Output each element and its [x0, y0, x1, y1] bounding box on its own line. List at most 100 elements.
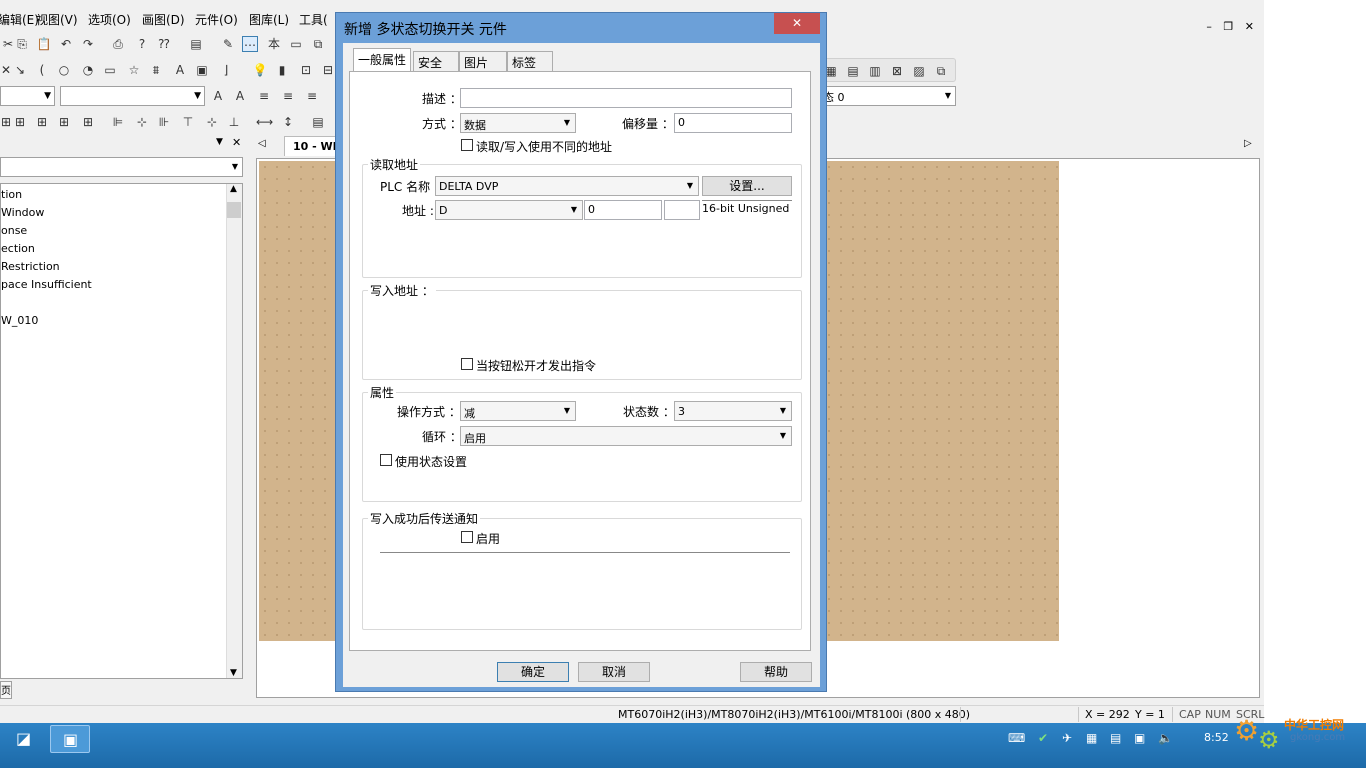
bulb-icon[interactable]: 💡 — [252, 62, 268, 78]
polygon-icon[interactable]: ☆ — [126, 62, 142, 78]
align-objects-right-icon[interactable]: ⊪ — [156, 114, 172, 130]
device-icon[interactable]: ▤ — [1110, 731, 1121, 745]
help-icon[interactable]: ? — [134, 36, 150, 52]
cancel-button[interactable]: 取消 — [578, 662, 650, 682]
font-shrink-icon[interactable]: A — [232, 88, 248, 104]
mdi-restore-button[interactable]: ❐ — [1223, 20, 1233, 33]
help-button[interactable]: 帮助 — [740, 662, 812, 682]
font-size-combo[interactable]: ▼ — [60, 86, 205, 106]
scroll-up-icon[interactable]: ▲ — [230, 184, 237, 194]
ungroup-icon[interactable]: ⊞ — [12, 114, 28, 130]
recipe-icon[interactable]: ⊠ — [889, 63, 905, 79]
picture-icon[interactable]: ▣ — [194, 62, 210, 78]
list-item[interactable]: tion — [1, 188, 22, 201]
macro-icon[interactable]: ⧉ — [933, 63, 949, 79]
system-clock[interactable]: 8:52 — [1204, 731, 1229, 744]
pie-icon[interactable]: ◔ — [80, 62, 96, 78]
list-item[interactable]: W_010 — [1, 314, 38, 327]
list-item[interactable]: Restriction — [1, 260, 60, 273]
align-objects-center-icon[interactable]: ⊹ — [134, 114, 150, 130]
state-count-select[interactable]: 3 ▼ — [674, 401, 792, 421]
rw-different-address-checkbox[interactable] — [461, 139, 473, 151]
menu-edit[interactable]: 编辑(E) — [0, 11, 39, 28]
panel-bottom-tab[interactable]: 页 — [0, 681, 12, 699]
align-bottom-icon[interactable]: ⊥ — [226, 114, 242, 130]
send-back-icon[interactable]: ⊞ — [56, 114, 72, 130]
send-on-release-checkbox[interactable] — [461, 358, 473, 370]
network-icon[interactable]: ▣ — [1134, 731, 1145, 745]
list-item[interactable]: Window — [1, 206, 44, 219]
use-state-settings-checkbox[interactable] — [380, 454, 392, 466]
mdi-close-button[interactable]: ✕ — [1245, 20, 1254, 33]
tray-app-icon[interactable]: ▦ — [1086, 731, 1097, 745]
tab-label[interactable]: 标签 — [507, 51, 553, 71]
tab-security[interactable]: 安全 — [413, 51, 459, 71]
backup-icon[interactable]: ▨ — [911, 63, 927, 79]
panel-filter-combo[interactable]: ▼ — [0, 157, 243, 177]
mode-select[interactable]: 数据 ▼ — [460, 113, 576, 133]
menu-objects[interactable]: 元件(O) — [195, 11, 238, 28]
multi-switch-icon[interactable]: ⊟ — [320, 62, 336, 78]
windows-icon[interactable]: ⧉ — [310, 36, 326, 52]
update-icon[interactable]: ✔ — [1038, 731, 1048, 745]
plc-name-select[interactable]: DELTA DVP ▼ — [435, 176, 699, 196]
align-middle-icon[interactable]: ⊹ — [204, 114, 220, 130]
scale-icon[interactable]: ⩩ — [148, 62, 164, 78]
address-device-select[interactable]: D ▼ — [435, 200, 583, 220]
line-icon[interactable]: ↘ — [12, 62, 28, 78]
context-help-icon[interactable]: ⁇ — [156, 36, 172, 52]
cycle-select[interactable]: 启用 ▼ — [460, 426, 792, 446]
panel-menu-icon[interactable]: ▼ — [216, 137, 223, 147]
panel-close-button[interactable]: ✕ — [232, 136, 241, 149]
same-width-icon[interactable]: ⟷ — [256, 114, 273, 130]
state-combo[interactable]: 态 0 ▼ — [818, 86, 956, 106]
menu-draw[interactable]: 画图(D) — [142, 11, 185, 28]
copy-icon[interactable]: ⎘ — [14, 36, 30, 52]
menu-library[interactable]: 图库(L) — [249, 11, 289, 28]
ok-button[interactable]: 确定 — [497, 662, 569, 682]
rectangle-icon[interactable]: ▭ — [102, 62, 118, 78]
mdi-minimize-button[interactable]: – — [1206, 20, 1212, 33]
notify-enable-checkbox[interactable] — [461, 531, 473, 543]
toggle-icon[interactable]: ⊡ — [298, 62, 314, 78]
circle-icon[interactable]: ○ — [56, 62, 72, 78]
paste-icon[interactable]: 📋 — [36, 36, 52, 52]
menu-tools[interactable]: 工具( — [299, 11, 328, 28]
indicator-icon[interactable]: ▮ — [274, 62, 290, 78]
print-icon[interactable]: ⎙ — [110, 36, 126, 52]
properties-icon[interactable]: ▤ — [310, 114, 326, 130]
scroll-down-icon[interactable]: ▼ — [230, 668, 237, 678]
align-top-icon[interactable]: ⊤ — [180, 114, 196, 130]
list-item[interactable]: pace Insufficient — [1, 278, 92, 291]
offset-input[interactable]: 0 — [674, 113, 792, 133]
compile-icon[interactable]: ▤ — [188, 36, 204, 52]
volume-icon[interactable]: 🔈 — [1158, 731, 1173, 745]
operation-mode-select[interactable]: 减 ▼ — [460, 401, 576, 421]
menu-view[interactable]: 视图(V) — [36, 11, 78, 28]
window-icon[interactable]: ▭ — [288, 36, 304, 52]
list-scrollbar[interactable]: ▲ ▼ — [226, 184, 242, 678]
grid-icon[interactable]: ⋯ — [242, 36, 258, 52]
taskbar-active-app-button[interactable]: ▣ — [50, 725, 90, 753]
font-combo[interactable]: ▼ — [0, 86, 55, 106]
scroll-thumb[interactable] — [227, 202, 241, 218]
menu-options[interactable]: 选项(O) — [88, 11, 131, 28]
font-grow-icon[interactable]: A — [210, 88, 226, 104]
taskbar-app-button[interactable]: ◪ — [4, 725, 44, 753]
arc-icon[interactable]: ( — [34, 62, 50, 78]
keyboard-icon[interactable]: ⌨ — [1008, 731, 1025, 745]
plc-settings-button[interactable]: 设置... — [702, 176, 792, 196]
tab-scroll-left-icon[interactable]: ◁ — [258, 138, 266, 149]
same-height-icon[interactable]: ↕ — [280, 114, 296, 130]
list-item[interactable]: ection — [1, 242, 35, 255]
align-right-icon[interactable]: ≡ — [304, 88, 320, 104]
align-center-icon[interactable]: ≡ — [280, 88, 296, 104]
tab-picture[interactable]: 图片 — [459, 51, 507, 71]
bring-front-icon[interactable]: ⊞ — [34, 114, 50, 130]
address-extra-input[interactable] — [664, 200, 700, 220]
address-value-input[interactable]: 0 — [584, 200, 662, 220]
history-icon[interactable]: ▤ — [845, 63, 861, 79]
list-item[interactable]: onse — [1, 224, 27, 237]
undo-icon[interactable]: ↶ — [58, 36, 74, 52]
event-icon[interactable]: ▥ — [867, 63, 883, 79]
